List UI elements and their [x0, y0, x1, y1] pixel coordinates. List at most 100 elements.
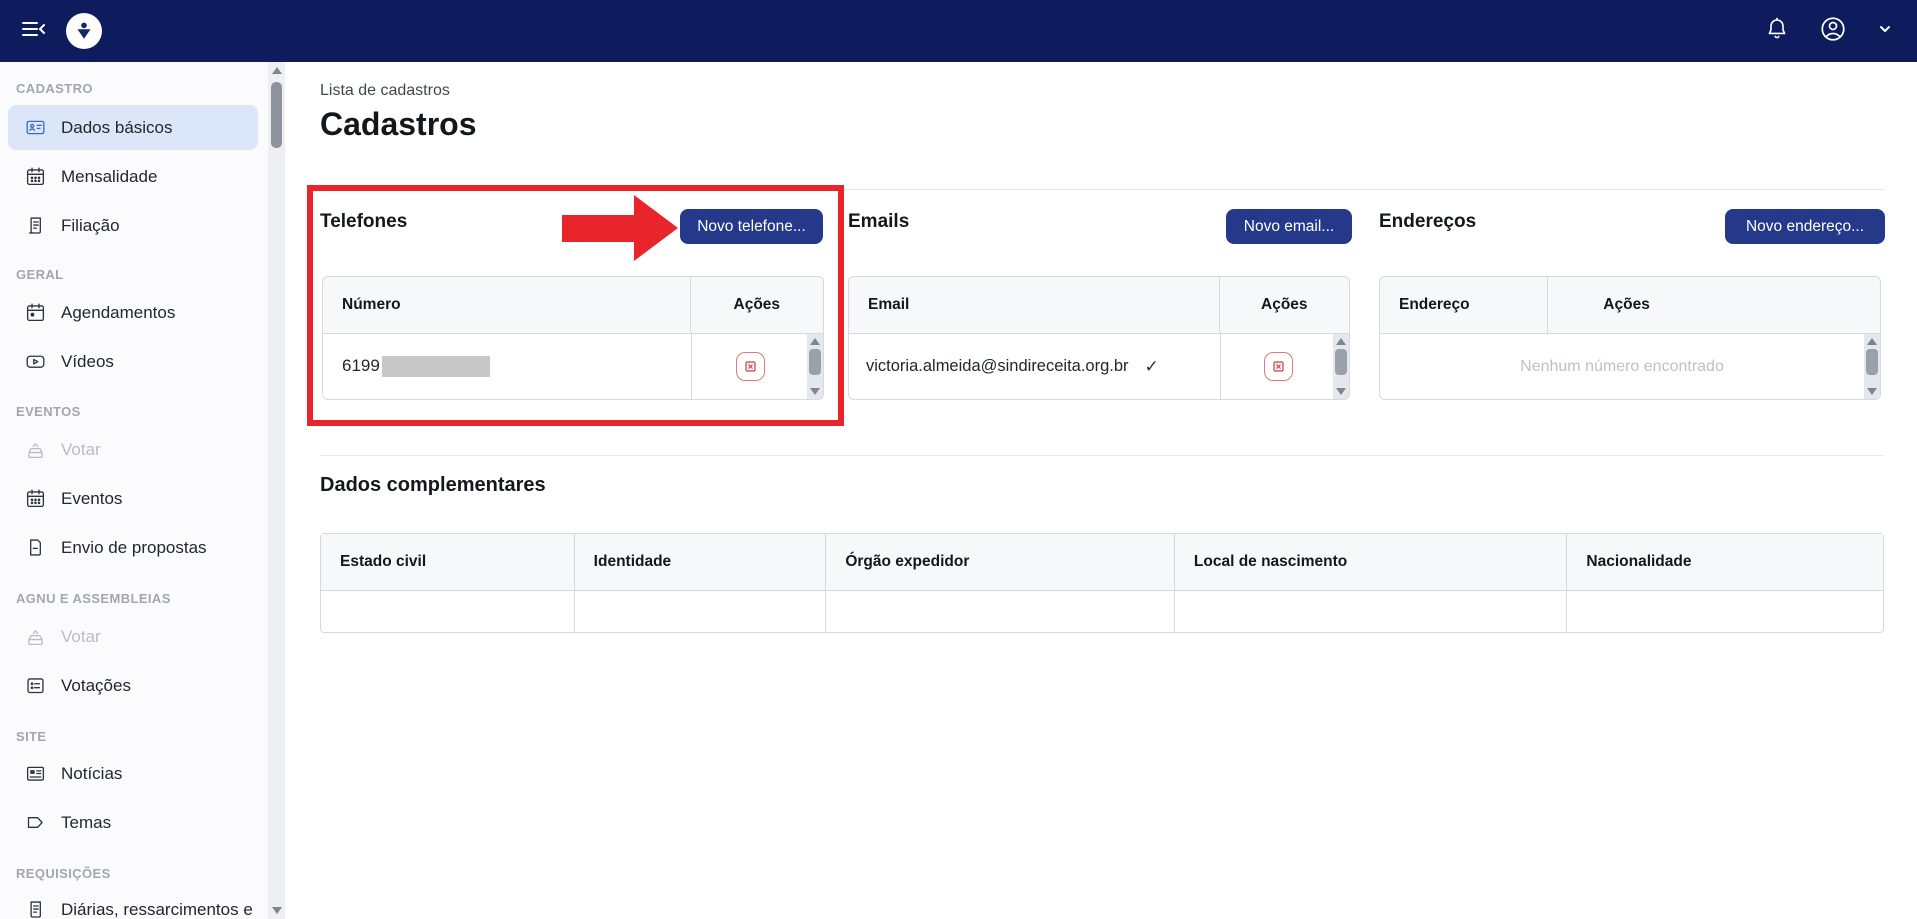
col-estado-civil: Estado civil — [321, 534, 575, 590]
news-icon — [25, 763, 46, 784]
tag-icon — [25, 812, 46, 833]
emails-section-title: Emails — [848, 211, 909, 233]
account-chevron-down-icon[interactable] — [1877, 21, 1893, 42]
addresses-empty-row: Nenhum número encontrado — [1380, 334, 1880, 399]
main-content: Lista de cadastros Cadastros Telefones N… — [285, 62, 1917, 919]
scroll-up-arrow[interactable] — [1867, 338, 1877, 345]
delete-email-button[interactable] — [1264, 352, 1293, 381]
topbar — [0, 0, 1917, 62]
user-account-icon[interactable] — [1819, 15, 1847, 48]
sidebar-item-label: Votar — [61, 627, 101, 647]
scroll-down-arrow[interactable] — [1336, 388, 1346, 395]
sidebar: CADASTRO Dados básicos Mensalidade Filia… — [0, 62, 285, 919]
sidebar-item-label: Filiação — [61, 216, 120, 236]
ballot-box-icon — [25, 439, 46, 460]
document-icon — [25, 537, 46, 558]
redaction-block — [382, 356, 490, 377]
scrollbar-thumb[interactable] — [271, 82, 282, 148]
sidebar-section-cadastro: CADASTRO — [16, 81, 93, 96]
scrollbar-thumb[interactable] — [809, 349, 821, 375]
annotation-arrow-head — [634, 195, 678, 261]
sidebar-item-label: Eventos — [61, 489, 122, 509]
calendar-icon — [25, 488, 46, 509]
complementary-section-title: Dados complementares — [320, 474, 546, 497]
phones-col-actions: Ações — [690, 277, 823, 333]
sidebar-item-envio-de-propostas[interactable]: Envio de propostas — [8, 525, 258, 570]
email-value: victoria.almeida@sindireceita.org.br — [866, 357, 1129, 376]
col-identidade: Identidade — [575, 534, 827, 590]
page-title: Cadastros — [320, 106, 477, 143]
sidebar-item-noticias[interactable]: Notícias — [8, 751, 258, 796]
addresses-table: Endereço Ações Nenhum número encontrado — [1379, 276, 1881, 400]
sidebar-item-label: Envio de propostas — [61, 538, 207, 558]
sidebar-item-label: Agendamentos — [61, 303, 175, 323]
verified-check-icon: ✓ — [1145, 357, 1159, 377]
collapse-menu-icon[interactable] — [20, 17, 48, 46]
sidebar-section-site: SITE — [16, 729, 47, 744]
delete-phone-button[interactable] — [736, 352, 765, 381]
emails-table-scrollbar[interactable] — [1333, 334, 1349, 399]
sidebar-section-eventos: EVENTOS — [16, 404, 81, 419]
addresses-section-title: Endereços — [1379, 211, 1476, 233]
annotation-arrow — [562, 215, 635, 242]
emails-table: Email Ações victoria.almeida@sindireceit… — [848, 276, 1350, 400]
sidebar-item-filiacao[interactable]: Filiação — [8, 203, 258, 248]
emails-col-email: Email — [849, 277, 1219, 333]
scroll-up-arrow[interactable] — [272, 67, 282, 74]
sidebar-section-geral: GERAL — [16, 267, 64, 282]
breadcrumb[interactable]: Lista de cadastros — [320, 82, 450, 100]
receipt-icon — [25, 899, 46, 919]
sidebar-item-votar-eventos: Votar — [8, 427, 258, 472]
scrollbar-thumb[interactable] — [1335, 349, 1347, 375]
phones-col-number: Número — [323, 277, 690, 333]
app-logo[interactable] — [66, 13, 102, 49]
sidebar-item-votacoes[interactable]: Votações — [8, 663, 258, 708]
scroll-down-arrow[interactable] — [810, 388, 820, 395]
ballot-box-icon — [25, 626, 46, 647]
sidebar-item-label: Temas — [61, 813, 111, 833]
phones-table: Número Ações 6199 — [322, 276, 824, 400]
calendar-icon — [25, 166, 46, 187]
emails-row: victoria.almeida@sindireceita.org.br ✓ — [849, 334, 1349, 399]
scroll-up-arrow[interactable] — [810, 338, 820, 345]
addresses-table-scrollbar[interactable] — [1864, 334, 1880, 399]
scrollbar-thumb[interactable] — [1866, 349, 1878, 375]
scroll-up-arrow[interactable] — [1336, 338, 1346, 345]
app-window: CADASTRO Dados básicos Mensalidade Filia… — [0, 0, 1917, 919]
col-nacionalidade: Nacionalidade — [1567, 534, 1883, 590]
new-email-button[interactable]: Novo email... — [1226, 209, 1352, 244]
sidebar-item-label: Votar — [61, 440, 101, 460]
col-orgao-expedidor: Órgão expedidor — [826, 534, 1175, 590]
phones-table-scrollbar[interactable] — [807, 334, 823, 399]
sidebar-item-label: Mensalidade — [61, 167, 157, 187]
sidebar-item-videos[interactable]: Vídeos — [8, 339, 258, 384]
sidebar-item-label: Diárias, ressarcimentos e a... — [61, 900, 258, 919]
new-phone-button[interactable]: Novo telefone... — [680, 209, 823, 244]
phones-row: 6199 — [323, 334, 823, 399]
notifications-bell-icon[interactable] — [1765, 16, 1789, 47]
sidebar-section-agnu: AGNU E ASSEMBLEIAS — [16, 591, 171, 606]
sidebar-item-temas[interactable]: Temas — [8, 800, 258, 845]
sidebar-item-diarias[interactable]: Diárias, ressarcimentos e a... — [8, 887, 258, 919]
phone-number-value: 6199 — [342, 356, 380, 375]
sidebar-item-mensalidade[interactable]: Mensalidade — [8, 154, 258, 199]
video-play-icon — [25, 351, 46, 372]
phones-section-title: Telefones — [320, 211, 407, 233]
sidebar-scrollbar[interactable] — [268, 62, 285, 919]
addresses-col-address: Endereço — [1380, 277, 1547, 333]
new-address-button[interactable]: Novo endereço... — [1725, 209, 1885, 244]
sidebar-item-agendamentos[interactable]: Agendamentos — [8, 290, 258, 335]
scroll-down-arrow[interactable] — [1867, 388, 1877, 395]
sidebar-item-dados-basicos[interactable]: Dados básicos — [8, 105, 258, 150]
sidebar-item-label: Notícias — [61, 764, 122, 784]
sidebar-section-requisicoes: REQUISIÇÕES — [16, 866, 111, 881]
calendar-event-icon — [25, 302, 46, 323]
complementary-empty-row — [321, 591, 1883, 632]
list-box-icon — [25, 675, 46, 696]
sidebar-item-eventos[interactable]: Eventos — [8, 476, 258, 521]
scroll-down-arrow[interactable] — [272, 907, 282, 914]
id-card-icon — [25, 117, 46, 138]
sidebar-item-label: Votações — [61, 676, 131, 696]
sidebar-item-votar-agnu: Votar — [8, 614, 258, 659]
addresses-col-actions: Ações — [1547, 277, 1880, 333]
